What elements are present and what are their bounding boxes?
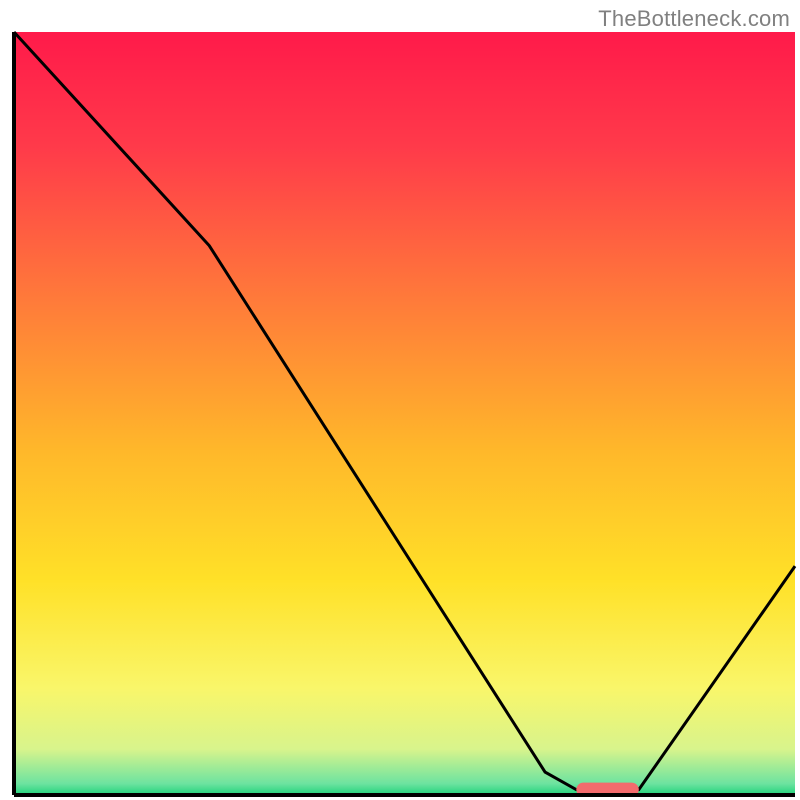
watermark-text: TheBottleneck.com <box>598 6 790 32</box>
bottleneck-chart <box>0 0 800 800</box>
chart-background <box>14 32 795 795</box>
chart-container: TheBottleneck.com <box>0 0 800 800</box>
